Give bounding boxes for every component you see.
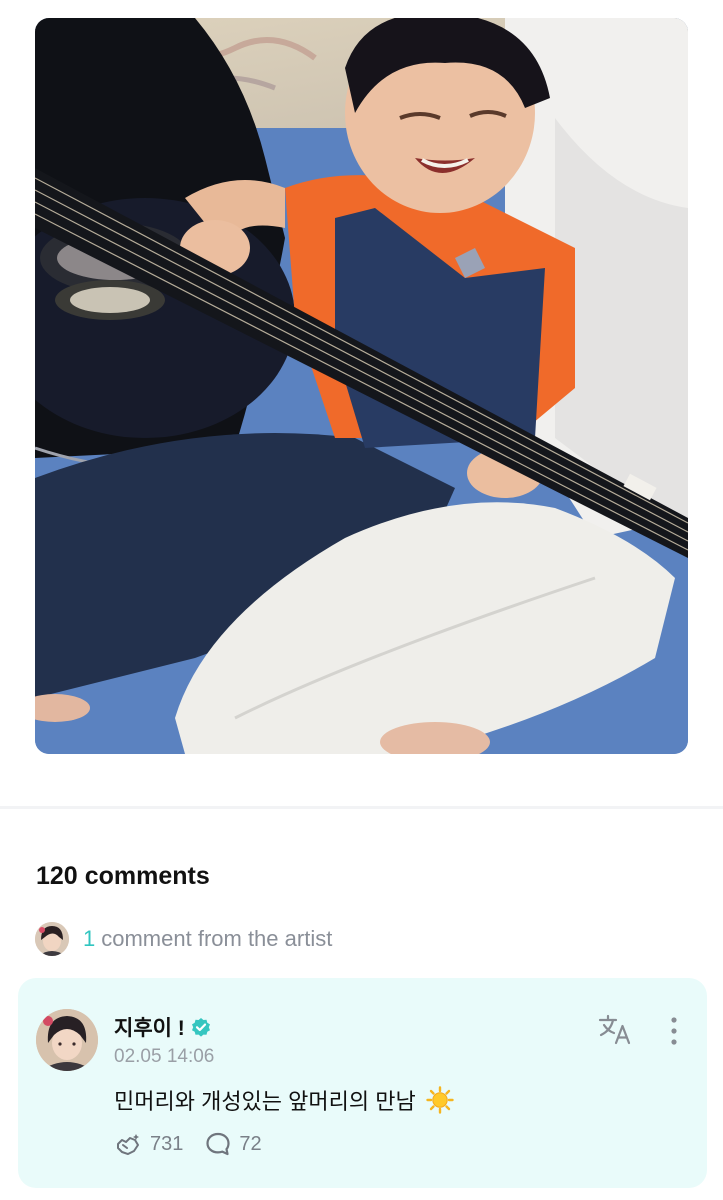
comments-count: 120: [36, 862, 78, 890]
translate-icon[interactable]: [598, 1014, 634, 1046]
more-vertical-icon[interactable]: [666, 1016, 682, 1046]
artist-comment-label: comment from the artist: [101, 926, 333, 951]
sun-emoji-icon: [426, 1086, 454, 1114]
verified-check-badge-icon: [191, 1018, 210, 1037]
post-photo[interactable]: [35, 18, 688, 754]
post-photo-image: [35, 18, 688, 754]
reply-bubble-icon: [206, 1132, 230, 1156]
artist-comment-card: 지후이 ! 02.05 14:06 민머리와 개성있는 앞머리의 만남 731 …: [18, 978, 707, 1188]
author-avatar[interactable]: [36, 1009, 98, 1071]
like-icon: [117, 1134, 139, 1155]
section-divider: [0, 806, 723, 809]
comments-count-label: comments: [84, 862, 210, 890]
reply-button[interactable]: 72: [205, 1131, 262, 1157]
like-button[interactable]: 731: [114, 1131, 183, 1157]
artist-comment-count: 1: [83, 926, 96, 951]
comments-heading: 120 comments: [36, 862, 210, 891]
comment-timestamp: 02.05 14:06: [114, 1046, 215, 1067]
artist-comments-link[interactable]: 1 comment from the artist: [35, 921, 332, 957]
comment-body: 민머리와 개성있는 앞머리의 만남: [114, 1084, 454, 1116]
artist-avatar-small: [35, 922, 69, 956]
comment-text: 민머리와 개성있는 앞머리의 만남: [114, 1089, 416, 1114]
author-name[interactable]: 지후이 !: [114, 1012, 185, 1042]
comment-stats: 731 72: [114, 1131, 262, 1157]
reply-count: 72: [239, 1132, 262, 1155]
author-row: 지후이 !: [114, 1012, 211, 1042]
like-count: 731: [150, 1132, 184, 1155]
